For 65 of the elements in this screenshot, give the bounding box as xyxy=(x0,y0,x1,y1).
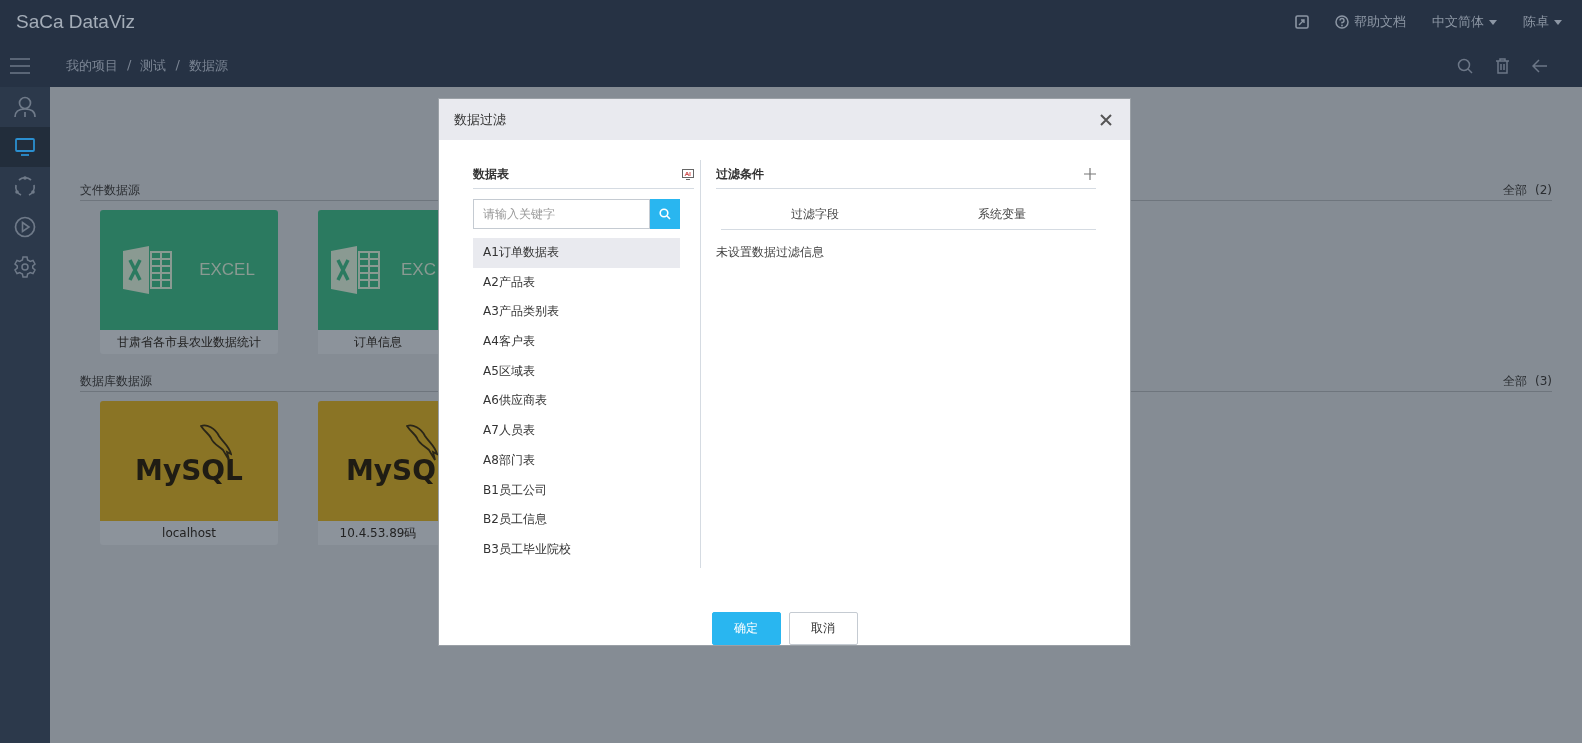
close-icon[interactable] xyxy=(1100,113,1112,126)
item-count: (2) xyxy=(1535,183,1552,197)
search-button[interactable] xyxy=(650,199,680,229)
search-icon xyxy=(659,208,671,220)
breadcrumb-separator: / xyxy=(127,56,132,74)
help-link[interactable]: 帮助文档 xyxy=(1335,13,1406,31)
logo-text: MySQ xyxy=(345,453,436,487)
data-source-card[interactable]: MySQ 10.4.53.89码 xyxy=(318,401,438,545)
panel-title: 过滤条件 xyxy=(716,165,764,183)
table-list-item[interactable]: A5区域表 xyxy=(473,356,680,387)
table-list-item[interactable]: A8部门表 xyxy=(473,445,680,476)
back-arrow-icon[interactable] xyxy=(1532,58,1548,73)
empty-message: 未设置数据过滤信息 xyxy=(716,244,825,261)
table-list-item[interactable]: A7人员表 xyxy=(473,416,680,446)
section-title: 数据库数据源 xyxy=(80,373,153,390)
help-icon xyxy=(1335,15,1349,29)
user-icon xyxy=(14,96,36,118)
data-source-card[interactable]: EXCEL 甘肃省各市县农业数据统计 xyxy=(100,210,278,354)
table-list-item[interactable]: A6供应商表 xyxy=(473,386,680,417)
show-all-link[interactable]: 全部 xyxy=(1503,373,1527,390)
monitor-icon xyxy=(15,138,35,156)
item-count: (3) xyxy=(1535,374,1552,388)
sidebar-item[interactable] xyxy=(0,127,50,167)
caret-icon xyxy=(1554,19,1562,25)
dialog-title: 数据过滤 xyxy=(454,110,506,129)
caret-icon xyxy=(1489,19,1497,25)
settings-icon xyxy=(14,256,36,278)
table-list-item[interactable]: B1员工公司 xyxy=(473,475,680,506)
data-source-card[interactable]: EXC 订单信息 xyxy=(318,210,438,354)
logo-text: EXCEL xyxy=(199,260,255,280)
logo-text: EXC xyxy=(401,260,436,280)
card-label: 10.4.53.89码 xyxy=(338,525,418,542)
add-icon[interactable] xyxy=(1084,168,1096,180)
table-list-item[interactable]: A3产品类别表 xyxy=(473,297,680,328)
table-list-item[interactable]: A4客户表 xyxy=(473,327,680,357)
data-source-card[interactable]: MySQL localhost xyxy=(100,401,278,545)
table-list-item[interactable]: A2产品表 xyxy=(473,267,680,298)
preview-icon[interactable] xyxy=(682,168,694,180)
panel-title: 数据表 xyxy=(473,165,509,183)
table-list-item[interactable]: B2员工信息 xyxy=(473,505,680,535)
user-dropdown[interactable]: 陈卓 xyxy=(1523,13,1562,31)
cycle-icon xyxy=(14,176,36,198)
table-list-item[interactable]: B3员工毕业院校 xyxy=(473,534,680,565)
trash-icon[interactable] xyxy=(1495,57,1510,74)
section-title: 文件数据源 xyxy=(80,182,141,199)
play-icon xyxy=(14,216,36,238)
menu-icon[interactable] xyxy=(10,57,30,74)
fullscreen-icon[interactable] xyxy=(1295,15,1309,29)
column-header: 系统变量 xyxy=(977,205,1028,223)
search-icon[interactable] xyxy=(1457,57,1473,74)
breadcrumb-separator: / xyxy=(175,56,180,74)
column-header: 过滤字段 xyxy=(789,205,840,223)
card-label: localhost xyxy=(161,525,217,542)
card-label: 甘肃省各市县农业数据统计 xyxy=(116,334,262,351)
search-field[interactable]: 请输入关键字 xyxy=(473,199,650,229)
show-all-link[interactable]: 全部 xyxy=(1503,182,1527,199)
cancel-button[interactable]: 取消 xyxy=(788,612,858,645)
breadcrumb-link[interactable]: 测试 xyxy=(140,56,167,75)
card-label: 订单信息 xyxy=(353,334,403,351)
logo: SaCa DataViz xyxy=(16,11,135,33)
breadcrumb-link[interactable]: 数据源 xyxy=(188,56,228,75)
table-list-item[interactable]: A1订单数据表 xyxy=(473,238,680,268)
language-dropdown[interactable]: 中文简体 xyxy=(1432,13,1497,31)
breadcrumb-link[interactable]: 我的项目 xyxy=(66,56,118,75)
logo-text: MySQL xyxy=(135,453,243,487)
